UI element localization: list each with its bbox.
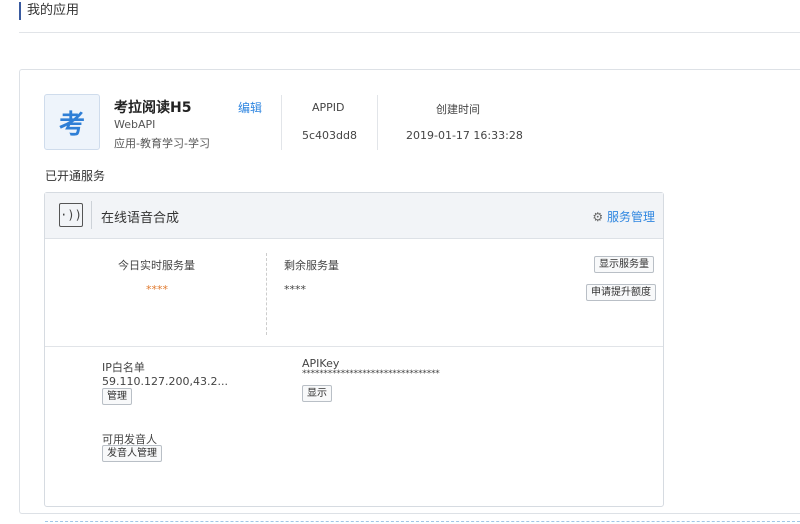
appid-label: APPID (312, 101, 345, 114)
ip-whitelist-value: 59.110.127.200,43.2... (102, 375, 228, 388)
appid-value: 5c403dd8 (302, 129, 358, 142)
apply-quota-button[interactable]: 申请提升额度 (586, 284, 656, 301)
today-usage-value: **** (146, 283, 168, 296)
today-usage-label: 今日实时服务量 (118, 259, 195, 272)
remaining-usage-label: 剩余服务量 (284, 259, 339, 272)
app-panel-bottom-border (45, 521, 800, 522)
ip-whitelist-manage-button[interactable]: 管理 (102, 388, 132, 405)
ip-whitelist-label: IP白名单 (102, 361, 145, 374)
meta-divider (377, 95, 378, 150)
service-manage-link[interactable]: ⚙ 服务管理 (592, 208, 655, 225)
gear-icon: ⚙ (592, 210, 604, 224)
show-apikey-button[interactable]: 显示 (302, 385, 332, 402)
usage-divider (266, 253, 267, 335)
app-category: 应用-教育学习-学习 (114, 137, 210, 150)
card-divider (45, 346, 663, 347)
service-manage-label: 服务管理 (606, 210, 655, 224)
voice-synthesis-icon: ·)) (59, 203, 83, 227)
remaining-usage-value: **** (284, 283, 306, 296)
page-title: 我的应用 (19, 2, 79, 20)
show-usage-button[interactable]: 显示服务量 (594, 256, 654, 273)
header-divider (19, 32, 800, 33)
edit-app-link[interactable]: 编辑 (238, 99, 262, 116)
service-header: ·)) 在线语音合成 ⚙ 服务管理 (45, 193, 663, 239)
app-avatar: 考 (44, 94, 100, 150)
voice-manage-button[interactable]: 发音人管理 (102, 445, 162, 462)
app-name: 考拉阅读H5 (114, 100, 192, 116)
services-section-label: 已开通服务 (45, 169, 106, 183)
service-card: ·)) 在线语音合成 ⚙ 服务管理 今日实时服务量 **** 剩余服务量 ***… (44, 192, 664, 507)
meta-divider (281, 95, 282, 150)
app-platform: WebAPI (114, 118, 156, 131)
service-name: 在线语音合成 (101, 211, 180, 226)
apikey-value: ******************************** (302, 369, 440, 379)
created-value: 2019-01-17 16:33:28 (406, 129, 523, 142)
created-label: 创建时间 (436, 103, 480, 116)
service-header-divider (91, 201, 92, 229)
